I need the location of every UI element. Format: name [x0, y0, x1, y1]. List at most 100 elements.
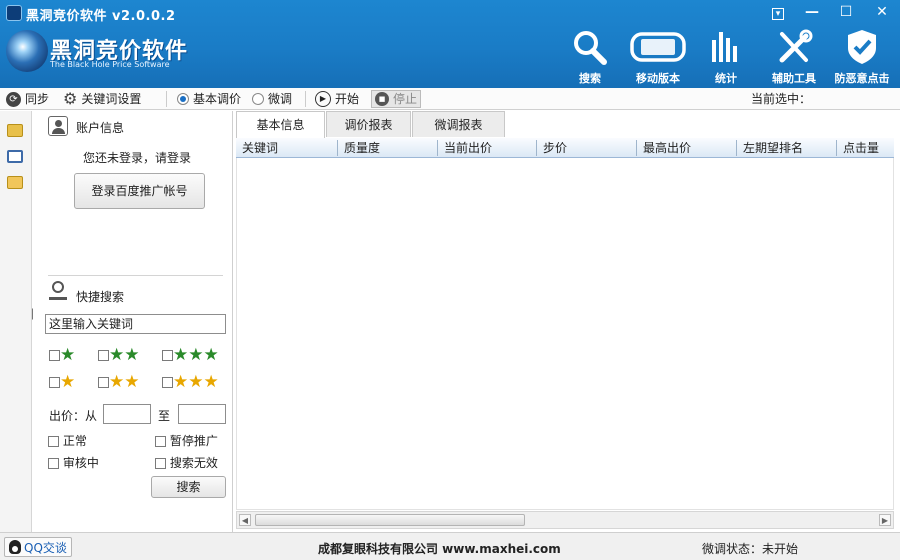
filter-2-yellow-star[interactable]: ★★ [98, 372, 140, 392]
checkbox[interactable] [98, 376, 109, 388]
search-person-icon [49, 281, 69, 303]
stop-button[interactable]: ■ 停止 [371, 90, 422, 108]
window-icon[interactable] [7, 150, 23, 163]
scroll-thumb[interactable] [255, 514, 525, 526]
app-icon [6, 5, 22, 21]
checkbox[interactable] [49, 349, 60, 361]
maximize-button[interactable]: ☐ [830, 1, 862, 23]
sync-button[interactable]: ⟳ 同步 [6, 90, 49, 108]
column-header[interactable]: 关键词 [236, 140, 278, 156]
qq-chat-button[interactable]: QQ交谈 [4, 537, 72, 557]
status-invalid-checkbox[interactable]: 搜索无效 [155, 454, 218, 471]
column-header[interactable]: 质量度 [337, 140, 380, 156]
radio-on-icon [177, 93, 189, 105]
column-header[interactable]: 最高出价 [636, 140, 691, 156]
section-divider [48, 275, 223, 276]
status-review-checkbox[interactable]: 审核中 [48, 454, 99, 471]
account-title: 账户信息 [76, 121, 125, 135]
checkbox[interactable] [49, 376, 60, 388]
tool-stats[interactable]: 统计 [691, 28, 761, 86]
checkbox[interactable] [98, 349, 109, 361]
scroll-left-icon[interactable]: ◀ [239, 514, 251, 526]
login-prompt: 您还未登录，请登录 [83, 151, 192, 165]
close-button[interactable]: ✕ [866, 1, 898, 23]
column-header[interactable]: 左期望排名 [736, 140, 803, 156]
checkbox[interactable] [155, 436, 166, 447]
company-info: 成都复眼科技有限公司 www.maxhei.com [318, 542, 561, 556]
search-button[interactable]: 搜索 [151, 476, 226, 498]
bid-from-input[interactable] [103, 404, 151, 424]
checkbox[interactable] [48, 436, 59, 447]
mobile-device-icon [630, 32, 686, 62]
yellow-star-icon: ★★★ [173, 372, 219, 392]
minimize-button[interactable]: — [796, 1, 828, 23]
login-button[interactable]: 登录百度推广帐号 [74, 173, 205, 209]
yellow-star-icon: ★★ [109, 372, 140, 392]
filter-1-green-star[interactable]: ★ [49, 347, 75, 364]
horizontal-scrollbar[interactable]: ◀ ▶ [236, 511, 894, 529]
status-bar: QQ交谈 成都复眼科技有限公司 www.maxhei.com 微调状态：未开始 [0, 532, 900, 560]
keyword-settings-label: 关键词设置 [81, 92, 142, 106]
tab-basic-info[interactable]: 基本信息 [236, 111, 325, 138]
micro-status: 微调状态：未开始 [702, 542, 799, 556]
status-normal-checkbox[interactable]: 正常 [48, 432, 87, 449]
filter-3-yellow-star[interactable]: ★★★ [162, 372, 219, 392]
status-invalid-label: 搜索无效 [169, 456, 218, 470]
dropdown-menu-icon: ▾ [772, 8, 784, 20]
search-icon [574, 31, 607, 65]
qq-chat-label: QQ交谈 [24, 540, 67, 555]
shield-check-icon [848, 30, 876, 64]
filter-2-green-star[interactable]: ★★ [98, 345, 140, 365]
tool-anti-fraud[interactable]: 防恶意点击 [827, 28, 897, 86]
checkbox[interactable] [162, 376, 173, 388]
tool-label: 防恶意点击 [834, 72, 890, 85]
mode-micro-radio[interactable]: 微调 [252, 90, 292, 108]
column-header[interactable]: 当前出价 [437, 140, 492, 156]
left-icon-strip [0, 111, 38, 532]
filter-3-green-star[interactable]: ★★★ [162, 347, 219, 364]
tool-assist[interactable]: 辅助工具 [759, 28, 829, 86]
mode-micro-label: 微调 [268, 92, 293, 106]
column-header[interactable]: 点击量 [836, 140, 879, 156]
tool-label: 移动版本 [636, 72, 680, 85]
tab-bid-report[interactable]: 调价报表 [326, 111, 411, 137]
app-title: 黑洞竞价软件 v2.0.0.2 [26, 9, 176, 24]
mode-basic-radio[interactable]: 基本调价 [177, 90, 241, 108]
tab-micro-report[interactable]: 微调报表 [412, 111, 505, 137]
qq-penguin-icon [9, 540, 21, 554]
keyword-search-input[interactable]: 这里输入关键词 [45, 314, 226, 334]
tool-search[interactable]: 搜索 [555, 28, 625, 86]
action-toolbar: ⟳ 同步 ⚙ 关键词设置 基本调价 微调 ▶ 开始 ■ 停止 当前选中： [0, 88, 900, 110]
tool-label: 辅助工具 [772, 72, 816, 85]
checkbox[interactable] [162, 349, 173, 361]
keyword-settings-button[interactable]: ⚙ 关键词设置 [63, 90, 141, 108]
keyword-grid[interactable] [236, 158, 894, 510]
toolbar-divider [305, 91, 306, 107]
toolbar-divider [166, 91, 167, 107]
menu-button[interactable]: ▾ [762, 1, 794, 23]
checkbox[interactable] [48, 458, 59, 469]
scroll-right-icon[interactable]: ▶ [879, 514, 891, 526]
bid-to-label: 至 [158, 409, 171, 423]
stop-icon: ■ [375, 92, 389, 106]
tool-mobile[interactable]: 移动版本 [623, 28, 693, 86]
folder-add-icon[interactable] [7, 124, 23, 137]
mode-basic-label: 基本调价 [193, 92, 242, 106]
logo-subtitle: The Black Hole Price Software [50, 60, 170, 69]
yellow-star-icon: ★ [60, 372, 76, 392]
bar-stats-icon [712, 32, 737, 62]
filter-1-yellow-star[interactable]: ★ [49, 372, 76, 392]
black-hole-logo-icon [6, 30, 48, 72]
green-star-icon: ★★ [109, 345, 140, 365]
checkbox[interactable] [155, 458, 166, 469]
status-paused-checkbox[interactable]: 暂停推广 [155, 432, 218, 449]
stop-label: 停止 [393, 92, 418, 106]
bid-to-input[interactable] [178, 404, 226, 424]
folder-open-icon[interactable] [7, 176, 23, 189]
start-button[interactable]: ▶ 开始 [315, 90, 359, 108]
bid-from-label: 出价：从 [49, 409, 98, 423]
user-icon [48, 116, 68, 136]
tab-bar: 基本信息 调价报表 微调报表 [236, 111, 896, 138]
column-header[interactable]: 步价 [536, 140, 567, 156]
grid-header: 关键词 质量度 当前出价 步价 最高出价 左期望排名 点击量 [236, 138, 894, 158]
